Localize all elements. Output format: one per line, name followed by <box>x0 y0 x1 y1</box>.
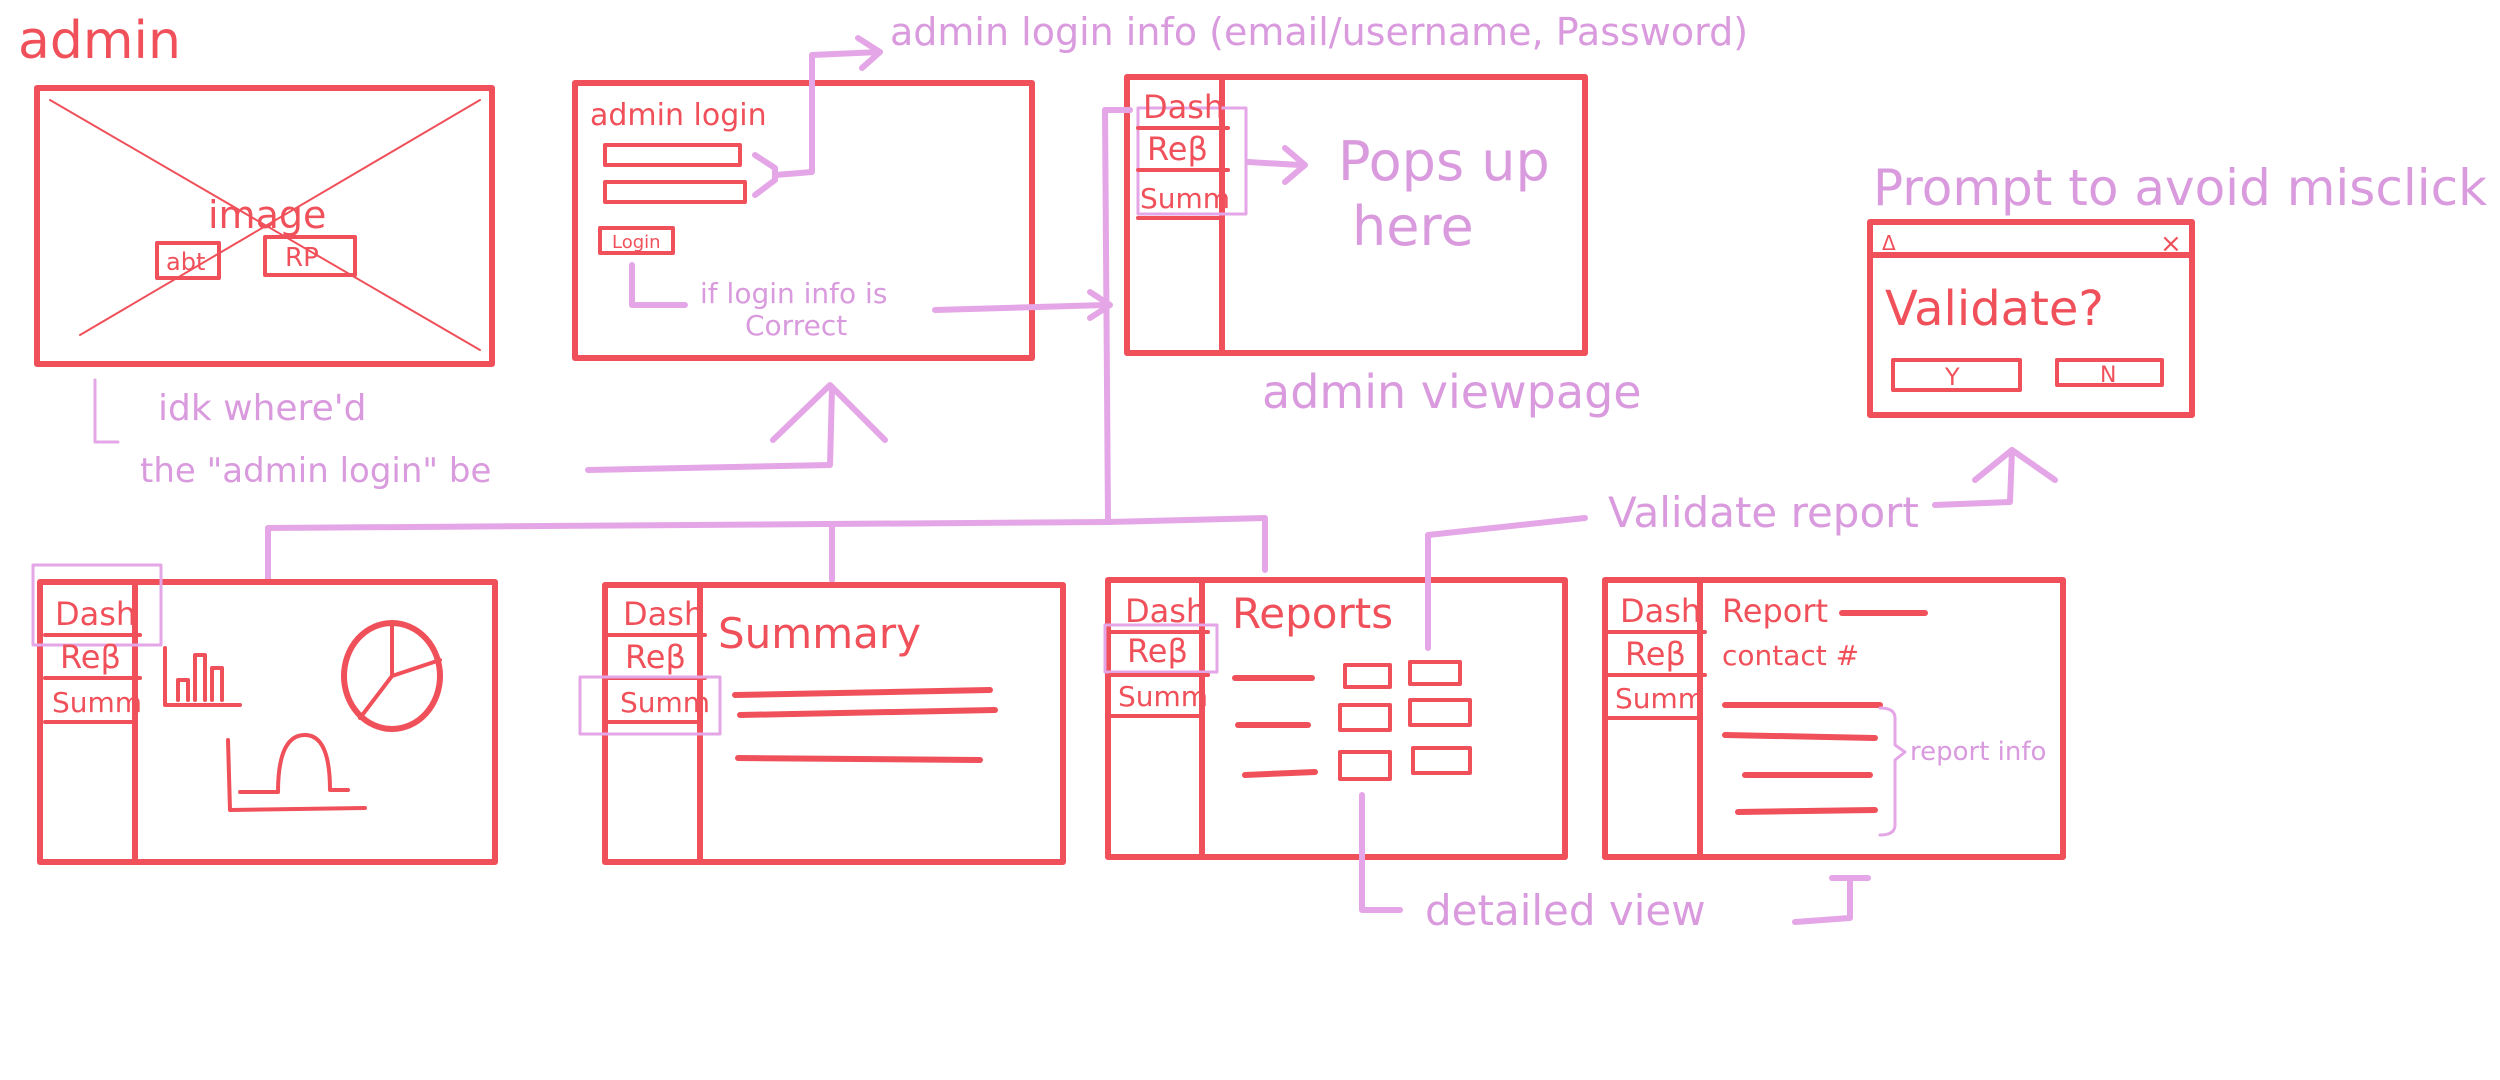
report-action-button[interactable] <box>1338 703 1392 732</box>
rp-button-label: RP <box>285 243 319 273</box>
nav-dash[interactable]: Dash <box>55 595 136 633</box>
report-action-button[interactable] <box>1408 660 1462 686</box>
report-action-button[interactable] <box>1338 750 1392 781</box>
page-heading: admin <box>18 11 181 71</box>
username-field[interactable] <box>603 143 742 167</box>
prompt-question: Validate? <box>1885 281 2104 337</box>
nav-dash[interactable]: Dash <box>1620 592 1701 630</box>
nav-dash[interactable]: Dash <box>1143 88 1224 126</box>
nav-summ[interactable]: Summ <box>620 686 710 719</box>
idk-note-line1: idk where'd <box>158 388 366 429</box>
summary-screen: Dash Reβ Summ Summary <box>578 582 1066 865</box>
nav-summ[interactable]: Summ <box>1140 182 1230 215</box>
report-action-button[interactable] <box>1343 663 1392 689</box>
popup-text-line1: Pops up <box>1338 130 1550 193</box>
wireframe-sketch: admin image abt RP idk where'd the "admi… <box>18 10 2487 935</box>
report-action-button[interactable] <box>1408 698 1472 727</box>
report-detail-title: Report <box>1722 592 1828 630</box>
prompt-corner-icon: Δ <box>1882 231 1896 255</box>
admin-viewpage-caption: admin viewpage <box>1262 365 1642 419</box>
nav-rep[interactable]: Reβ <box>1127 632 1188 670</box>
popup-text-line2: here <box>1352 195 1474 258</box>
summary-title: Summary <box>718 609 921 658</box>
validate-report-note: Validate report <box>1608 488 1919 537</box>
nav-rep[interactable]: Reβ <box>1147 130 1208 168</box>
login-title: admin login <box>590 98 767 133</box>
login-info-note: admin login info (email/username, Passwo… <box>890 10 1748 54</box>
about-button-label: abt <box>166 248 205 276</box>
contact-label: contact # <box>1722 639 1859 672</box>
report-action-button[interactable] <box>1411 746 1472 775</box>
bar-chart-sketch <box>163 646 242 707</box>
idk-note: idk where'd the "admin login" be <box>93 378 888 491</box>
line-chart-sketch <box>226 733 367 812</box>
detailed-view-note: detailed view <box>1425 886 1706 935</box>
detailed-view-annotation: detailed view <box>1359 792 1871 935</box>
yes-button-label: Y <box>1944 363 1960 391</box>
no-button-label: N <box>2100 363 2116 388</box>
nav-rep[interactable]: Reβ <box>625 638 686 676</box>
prompt-note: Prompt to avoid misclick <box>1873 159 2487 217</box>
close-icon[interactable]: × <box>2160 229 2182 259</box>
report-detail-screen: Dash Reβ Summ Report contact # report in… <box>1602 577 2066 860</box>
password-field[interactable] <box>603 180 747 204</box>
flow-connectors <box>265 107 1268 583</box>
nav-summ[interactable]: Summ <box>1118 680 1208 713</box>
nav-dash[interactable]: Dash <box>623 595 704 633</box>
login-button-label: Login <box>612 232 661 253</box>
nav-rep[interactable]: Reβ <box>60 638 121 676</box>
idk-note-line2: the "admin login" be <box>140 451 491 491</box>
reports-screen: Dash Reβ Summ Reports <box>1103 577 1568 860</box>
pie-chart-sketch <box>341 620 443 732</box>
reports-title: Reports <box>1232 589 1393 638</box>
nav-summ[interactable]: Summ <box>1615 682 1705 715</box>
prompt-arrow <box>1932 447 2058 508</box>
validation-prompt-dialog: Δ × Validate? Y N <box>1867 219 2195 418</box>
nav-summ[interactable]: Summ <box>52 686 142 719</box>
correct-note-line2: Correct <box>745 309 847 342</box>
login-annotations: admin login info (email/username, Passwo… <box>629 10 1748 342</box>
image-placeholder-screen: image abt RP <box>34 85 495 367</box>
report-info-label: report info <box>1910 737 2046 767</box>
correct-note-line1: if login info is <box>700 277 887 310</box>
image-label: image <box>208 193 326 237</box>
admin-view-screen: Dash Reβ Summ Pops up here <box>1124 74 1588 356</box>
nav-rep[interactable]: Reβ <box>1625 635 1686 673</box>
report-list <box>1232 660 1472 781</box>
dashboard-screen: Dash Reβ Summ <box>31 563 498 865</box>
